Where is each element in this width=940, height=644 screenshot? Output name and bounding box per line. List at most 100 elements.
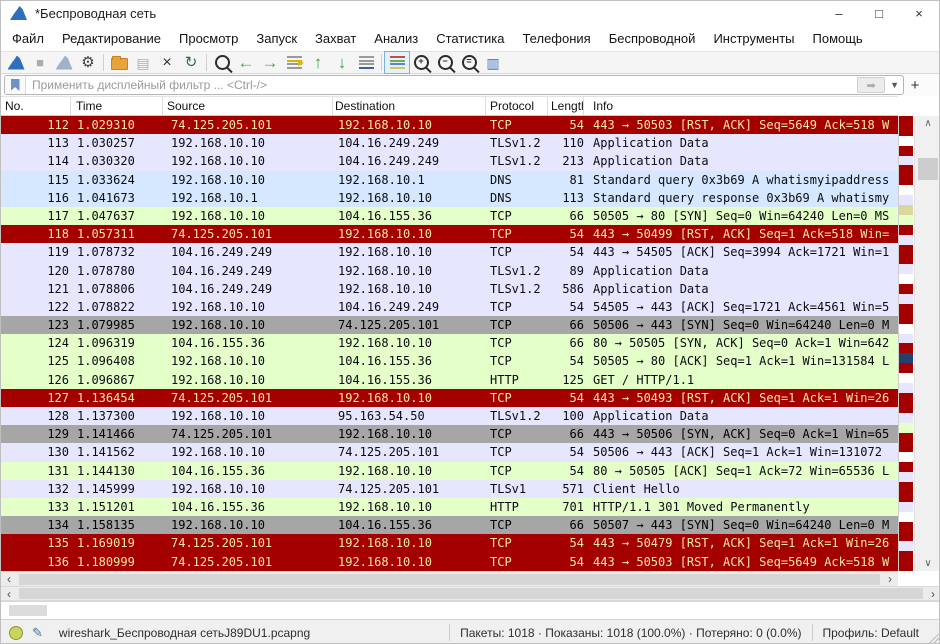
packet-row[interactable]: 1321.145999192.168.10.1074.125.205.101TL…: [1, 480, 898, 498]
packet-row[interactable]: 1231.079985192.168.10.1074.125.205.101TC…: [1, 316, 898, 334]
go-last-packet-button[interactable]: ↓: [330, 52, 354, 73]
packet-cell-info: 50506 → 443 [ACK] Seq=1 Ack=1 Win=131072: [584, 443, 898, 461]
save-file-button[interactable]: ▤: [131, 52, 155, 73]
packet-cell-time: 1.169019: [71, 534, 163, 552]
packet-cell-info: HTTP/1.1 301 Moved Permanently: [584, 498, 898, 516]
packet-row[interactable]: 1241.096319104.16.155.36192.168.10.10TCP…: [1, 334, 898, 352]
packet-cell-time: 1.136454: [71, 389, 163, 407]
column-header-destination[interactable]: Destination: [333, 97, 486, 115]
packet-cell-proto: TCP: [486, 243, 548, 261]
edit-comment-icon[interactable]: ✎: [32, 625, 43, 641]
maximize-button[interactable]: □: [859, 1, 899, 25]
zoom-normal-button[interactable]: =: [457, 52, 481, 73]
packet-row[interactable]: 1311.144130104.16.155.36192.168.10.10TCP…: [1, 462, 898, 480]
packet-row[interactable]: 1291.14146674.125.205.101192.168.10.10TC…: [1, 425, 898, 443]
packet-row[interactable]: 1301.141562192.168.10.1074.125.205.101TC…: [1, 443, 898, 461]
menu-telephony[interactable]: Телефония: [513, 27, 599, 50]
go-forward-button[interactable]: →: [258, 52, 282, 73]
packet-row[interactable]: 1161.041673192.168.10.1192.168.10.10DNS1…: [1, 189, 898, 207]
close-button[interactable]: ×: [899, 1, 939, 25]
packet-row[interactable]: 1131.030257192.168.10.10104.16.249.249TL…: [1, 134, 898, 152]
menu-capture[interactable]: Захват: [306, 27, 365, 50]
packet-row[interactable]: 1181.05731174.125.205.101192.168.10.10TC…: [1, 225, 898, 243]
auto-scroll-button[interactable]: [354, 52, 378, 73]
menu-statistics[interactable]: Статистика: [427, 27, 513, 50]
menu-tools[interactable]: Инструменты: [704, 27, 803, 50]
menu-wireless[interactable]: Беспроводной: [600, 27, 705, 50]
menu-analyze[interactable]: Анализ: [365, 27, 427, 50]
packet-row[interactable]: 1221.078822192.168.10.10104.16.249.249TC…: [1, 298, 898, 316]
packet-row[interactable]: 1171.047637192.168.10.10104.16.155.36TCP…: [1, 207, 898, 225]
capture-options-button[interactable]: ⚙: [76, 52, 100, 73]
packet-row[interactable]: 1141.030320192.168.10.10104.16.249.249TL…: [1, 152, 898, 170]
profile-selector[interactable]: Профиль: Default: [812, 624, 930, 642]
packet-row[interactable]: 1331.151201104.16.155.36192.168.10.10HTT…: [1, 498, 898, 516]
restart-capture-icon: [56, 56, 73, 70]
packet-cell-len: 66: [548, 207, 584, 225]
column-header-length[interactable]: Length: [548, 97, 584, 115]
go-to-packet-button[interactable]: [282, 52, 306, 73]
colorize-button[interactable]: [385, 52, 409, 73]
packet-row[interactable]: 1251.096408192.168.10.10104.16.155.36TCP…: [1, 352, 898, 370]
title-bar: *Беспроводная сеть – □ ×: [1, 1, 939, 25]
packet-row[interactable]: 1341.158135192.168.10.10104.16.155.36TCP…: [1, 516, 898, 534]
scroll-left-icon[interactable]: ‹: [1, 587, 17, 601]
open-file-button[interactable]: [107, 52, 131, 73]
packet-row[interactable]: 1281.137300192.168.10.1095.163.54.50TLSv…: [1, 407, 898, 425]
menu-help[interactable]: Помощь: [804, 27, 872, 50]
expert-info-icon[interactable]: [9, 626, 23, 640]
menu-edit[interactable]: Редактирование: [53, 27, 170, 50]
scroll-left-icon[interactable]: ‹: [1, 572, 17, 586]
packet-row[interactable]: 1351.16901974.125.205.101192.168.10.10TC…: [1, 534, 898, 552]
apply-filter-button[interactable]: ➡: [857, 77, 885, 93]
collapsed-pane-scroll-thumb[interactable]: [9, 605, 47, 616]
go-first-packet-button[interactable]: ↑: [306, 52, 330, 73]
scroll-up-icon[interactable]: ∧: [915, 118, 940, 129]
packet-row[interactable]: 1191.078732104.16.249.249192.168.10.10TC…: [1, 243, 898, 261]
scroll-down-icon[interactable]: ∨: [915, 558, 940, 569]
menu-file[interactable]: Файл: [3, 27, 53, 50]
packet-row[interactable]: 1151.033624192.168.10.10192.168.10.1DNS8…: [1, 171, 898, 189]
packet-row[interactable]: 1261.096867192.168.10.10104.16.155.36HTT…: [1, 371, 898, 389]
hscrollbar-thumb[interactable]: [19, 588, 923, 599]
go-first-packet-icon: ↑: [314, 54, 323, 71]
resize-columns-button[interactable]: ▥: [481, 52, 505, 73]
display-filter-input[interactable]: Применить дисплейный фильтр ... <Ctrl-/>…: [4, 75, 904, 95]
packet-row[interactable]: 1211.078806104.16.249.249192.168.10.10TL…: [1, 280, 898, 298]
start-capture-button[interactable]: [4, 52, 28, 73]
minimize-button[interactable]: –: [819, 1, 859, 25]
filter-bookmark-button[interactable]: [5, 76, 26, 94]
scroll-right-icon[interactable]: ›: [882, 572, 898, 586]
packet-minimap[interactable]: [898, 116, 913, 571]
filter-dropdown-icon[interactable]: ▼: [888, 80, 903, 90]
menu-view[interactable]: Просмотр: [170, 27, 247, 50]
menu-go[interactable]: Запуск: [247, 27, 306, 50]
scroll-right-icon[interactable]: ›: [925, 587, 940, 601]
close-file-button[interactable]: ×: [155, 52, 179, 73]
vertical-scrollbar[interactable]: ∧ ∨: [914, 116, 940, 571]
column-header-info[interactable]: Info: [584, 97, 898, 115]
add-filter-button[interactable]: +: [904, 77, 926, 94]
packet-row[interactable]: 1361.18099974.125.205.101192.168.10.10TC…: [1, 553, 898, 571]
find-packet-button[interactable]: [210, 52, 234, 73]
lower-hscrollbar[interactable]: ‹ ›: [1, 586, 940, 601]
vertical-scrollbar-thumb[interactable]: [918, 158, 938, 180]
reload-file-button[interactable]: ↻: [179, 52, 203, 73]
packet-list-hscrollbar[interactable]: ‹ ›: [1, 571, 898, 586]
resize-grip[interactable]: [929, 633, 939, 643]
minimap-stripe: [899, 324, 913, 334]
hscrollbar-thumb[interactable]: [19, 574, 880, 585]
packet-row[interactable]: 1271.13645474.125.205.101192.168.10.10TC…: [1, 389, 898, 407]
column-header-protocol[interactable]: Protocol: [486, 97, 548, 115]
packet-cell-src: 104.16.155.36: [163, 462, 333, 480]
packet-row[interactable]: 1121.02931074.125.205.101192.168.10.10TC…: [1, 116, 898, 134]
restart-capture-button[interactable]: [52, 52, 76, 73]
stop-capture-button[interactable]: ■: [28, 52, 52, 73]
column-header-source[interactable]: Source: [163, 97, 333, 115]
zoom-out-button[interactable]: −: [433, 52, 457, 73]
column-header-time[interactable]: Time: [71, 97, 163, 115]
column-header-no[interactable]: No.: [1, 97, 71, 115]
go-back-button[interactable]: ←: [234, 52, 258, 73]
packet-row[interactable]: 1201.078780104.16.249.249192.168.10.10TL…: [1, 262, 898, 280]
zoom-in-button[interactable]: +: [409, 52, 433, 73]
